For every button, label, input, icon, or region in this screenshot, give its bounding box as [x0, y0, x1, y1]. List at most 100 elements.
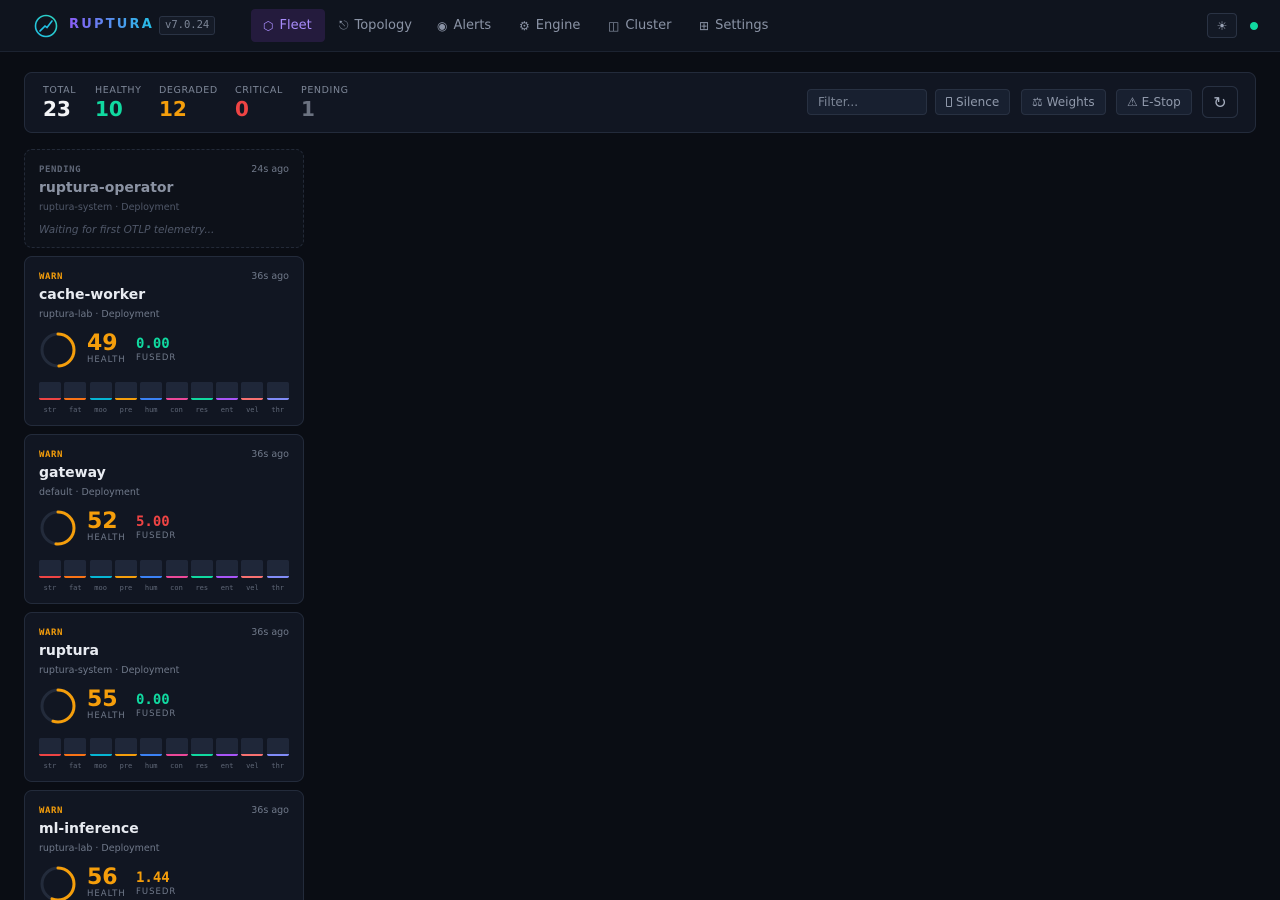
nav-item-cluster[interactable]: ◫ Cluster [596, 9, 684, 42]
signal-bars: str fat moo pre hum con res ent vel thr [39, 738, 289, 778]
card-waiting-message: Waiting for first OTLP telemetry... [39, 224, 215, 236]
card-status: PENDING [39, 165, 82, 175]
signal-label: fat [68, 584, 82, 592]
version-badge: v7.0.24 [159, 16, 216, 35]
signal-bar [241, 560, 264, 578]
signal-bar [140, 382, 163, 400]
nav-item-settings[interactable]: ⊞ Settings [687, 9, 780, 42]
signal-bar [216, 382, 239, 400]
service-card[interactable]: WARN 36s ago cache-worker ruptura-lab · … [24, 256, 304, 426]
signal-bar [39, 382, 61, 400]
signal-thr: thr [266, 560, 289, 592]
signal-fat: fat [64, 738, 87, 770]
estop-button[interactable]: ⚠ E-Stop [1116, 89, 1192, 115]
signal-bar [39, 560, 61, 578]
connection-status-dot [1250, 22, 1258, 30]
silence-button[interactable]: Silence [935, 89, 1011, 115]
signal-bar [165, 738, 188, 756]
signal-bar [64, 738, 87, 756]
sun-icon: ☀ [1216, 18, 1228, 33]
service-card-pending[interactable]: PENDING 24s ago ruptura-operator ruptura… [24, 149, 304, 248]
fusedr-value: 0.00 [136, 336, 170, 352]
signal-str: str [39, 382, 61, 414]
signal-str: str [39, 738, 61, 770]
nav-label: Cluster [625, 18, 672, 33]
health-score: 56 [87, 865, 118, 890]
signal-thr: thr [266, 382, 289, 414]
card-status: WARN [39, 450, 64, 460]
card-name: cache-worker [39, 287, 146, 303]
signal-label: str [43, 762, 57, 770]
signal-con: con [165, 738, 188, 770]
stat-label: DEGRADED [159, 85, 218, 96]
nav-item-fleet[interactable]: ⬡ Fleet [251, 9, 325, 42]
nav-item-topology[interactable]: ⎋ Topology [327, 9, 424, 42]
nav-item-engine[interactable]: ⚙ Engine [507, 9, 592, 42]
brand-name[interactable]: RUPTURA [69, 17, 154, 32]
fusedr-label: FUSEDR [136, 709, 177, 719]
signal-bar [39, 738, 61, 756]
signal-bar [64, 382, 87, 400]
signal-label: fat [68, 762, 82, 770]
service-card[interactable]: WARN 36s ago gateway default · Deploymen… [24, 434, 304, 604]
health-gauge [40, 332, 76, 368]
signal-label: thr [271, 406, 285, 414]
card-meta: ruptura-lab · Deployment [39, 843, 160, 854]
signal-label: hum [144, 584, 158, 592]
ruptura-logo-icon[interactable] [34, 14, 58, 38]
card-meta: default · Deployment [39, 487, 140, 498]
signal-ent: ent [216, 738, 239, 770]
signal-label: ent [220, 406, 234, 414]
signal-fat: fat [64, 560, 87, 592]
card-meta: ruptura-system · Deployment [39, 665, 180, 676]
health-label: HEALTH [87, 889, 126, 899]
stat-label: TOTAL [43, 85, 77, 96]
signal-label: str [43, 406, 57, 414]
signal-bar [216, 738, 239, 756]
signal-bar [266, 382, 289, 400]
health-score: 52 [87, 509, 118, 534]
signal-vel: vel [241, 738, 264, 770]
signal-label: hum [144, 762, 158, 770]
signal-label: pre [119, 762, 133, 770]
signal-res: res [190, 738, 213, 770]
refresh-button[interactable]: ↻ [1202, 86, 1238, 118]
stat-value: 12 [159, 97, 187, 121]
stat-label: HEALTHY [95, 85, 142, 96]
service-card[interactable]: WARN 36s ago ruptura ruptura-system · De… [24, 612, 304, 782]
signal-label: moo [94, 584, 107, 592]
signal-bar [140, 560, 163, 578]
stat-label: PENDING [301, 85, 349, 96]
card-age: 36s ago [251, 271, 289, 282]
signal-bar [241, 738, 264, 756]
signal-label: moo [94, 406, 107, 414]
signal-vel: vel [241, 560, 264, 592]
fusedr-label: FUSEDR [136, 353, 177, 363]
signal-bar [114, 382, 137, 400]
card-status: WARN [39, 628, 64, 638]
card-age: 36s ago [251, 805, 289, 816]
card-meta: ruptura-system · Deployment [39, 202, 180, 213]
service-card[interactable]: WARN 36s ago ml-inference ruptura-lab · … [24, 790, 304, 900]
signal-bar [241, 382, 264, 400]
signal-bar [64, 560, 87, 578]
signal-bar [266, 560, 289, 578]
signal-label: moo [94, 762, 107, 770]
signal-bar [190, 382, 213, 400]
theme-toggle-button[interactable]: ☀ [1207, 13, 1237, 38]
signal-res: res [190, 382, 213, 414]
card-name: gateway [39, 465, 106, 481]
signal-label: thr [271, 762, 285, 770]
card-status: WARN [39, 806, 64, 816]
nav-item-alerts[interactable]: ◉ Alerts [425, 9, 503, 42]
signal-res: res [190, 560, 213, 592]
fleet-summary-bar: TOTAL 23 HEALTHY 10 DEGRADED 12 CRITICAL… [24, 72, 1256, 133]
stat-label: CRITICAL [235, 85, 283, 96]
card-age: 36s ago [251, 449, 289, 460]
stat-value: 1 [301, 97, 315, 121]
card-name: ruptura-operator [39, 180, 174, 196]
filter-input[interactable] [807, 89, 927, 115]
weights-button[interactable]: ⚖ Weights [1021, 89, 1106, 115]
signal-label: con [170, 406, 183, 414]
health-label: HEALTH [87, 711, 126, 721]
